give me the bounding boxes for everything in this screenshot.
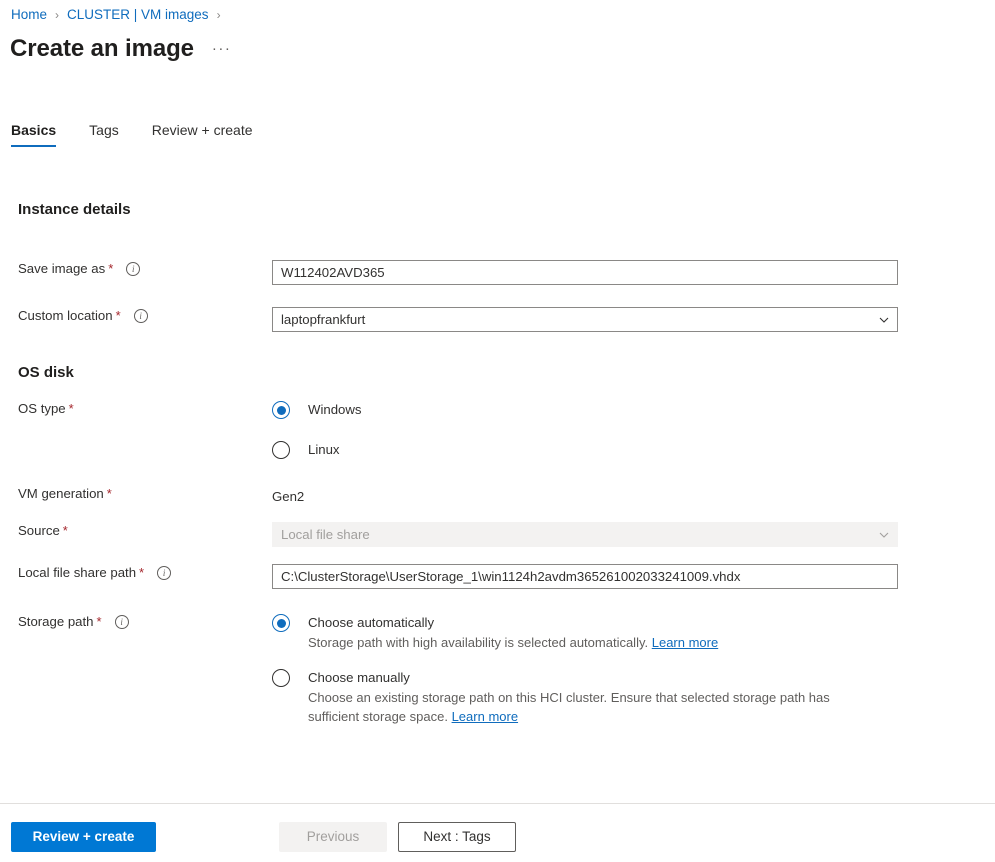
radio-label: Linux <box>308 442 340 457</box>
required-asterisk: * <box>68 401 74 416</box>
label-text: Save image as <box>18 261 106 276</box>
field-label-local-file-share-path: Local file share path * i <box>0 564 272 582</box>
field-row-local-file-share-path: Local file share path * i <box>0 564 995 589</box>
field-row-vm-generation: VM generation * Gen2 <box>0 485 995 506</box>
required-asterisk: * <box>108 261 114 276</box>
breadcrumb-item-home[interactable]: Home <box>11 6 47 24</box>
radio-description: Choose an existing storage path on this … <box>308 688 883 726</box>
radio-label: Choose automatically <box>308 615 435 630</box>
radio-label: Choose manually <box>308 670 410 685</box>
description-text: Choose an existing storage path on this … <box>308 690 830 724</box>
section-heading-os-disk: OS disk <box>18 364 74 381</box>
required-asterisk: * <box>62 523 68 538</box>
save-image-as-input[interactable] <box>272 260 898 285</box>
required-asterisk: * <box>106 486 112 501</box>
radio-indicator <box>272 401 290 419</box>
field-label-source: Source * <box>0 522 272 540</box>
custom-location-dropdown[interactable]: laptopfrankfurt <box>272 307 898 332</box>
footer-divider <box>0 803 995 804</box>
radio-storage-path-automatic[interactable]: Choose automatically Storage path with h… <box>272 613 898 652</box>
page-header: Create an image ··· <box>10 33 231 65</box>
field-label-vm-generation: VM generation * <box>0 485 272 503</box>
label-text: Local file share path <box>18 565 137 580</box>
description-text: Storage path with high availability is s… <box>308 635 649 650</box>
tab-review-create[interactable]: Review + create <box>152 120 253 147</box>
field-label-custom-location: Custom location * i <box>0 307 272 325</box>
breadcrumb-separator-icon: › <box>216 8 221 22</box>
chevron-down-icon <box>879 530 889 540</box>
tab-basics[interactable]: Basics <box>11 120 57 147</box>
more-options-icon[interactable]: ··· <box>212 40 232 57</box>
label-text: VM generation <box>18 486 104 501</box>
radio-label: Windows <box>308 402 362 417</box>
field-label-save-image-as: Save image as * i <box>0 260 272 278</box>
breadcrumb-separator-icon: › <box>55 8 60 22</box>
radio-indicator <box>272 614 290 632</box>
section-heading-instance-details: Instance details <box>18 201 131 218</box>
info-icon[interactable]: i <box>126 262 141 276</box>
info-icon[interactable]: i <box>133 309 148 323</box>
vm-generation-value: Gen2 <box>272 489 305 504</box>
label-text: Storage path <box>18 614 94 629</box>
field-row-storage-path: Storage path * i Choose automatically St… <box>0 613 995 726</box>
label-text: Custom location <box>18 308 113 323</box>
footer-action-bar: Review + create Previous Next : Tags <box>0 822 995 862</box>
field-row-source: Source * Local file share <box>0 522 995 547</box>
field-row-save-image-as: Save image as * i <box>0 260 995 285</box>
create-image-form: Instance details Save image as * i Custo… <box>0 200 995 726</box>
source-value: Local file share <box>281 527 370 542</box>
required-asterisk: * <box>96 614 102 629</box>
label-text: Source <box>18 523 60 538</box>
chevron-down-icon <box>879 315 889 325</box>
required-asterisk: * <box>115 308 121 323</box>
label-text: OS type <box>18 401 66 416</box>
review-create-button[interactable]: Review + create <box>11 822 156 852</box>
local-file-share-path-input[interactable] <box>272 564 898 589</box>
radio-indicator <box>272 441 290 459</box>
tab-tags[interactable]: Tags <box>89 120 119 147</box>
source-dropdown: Local file share <box>272 522 898 547</box>
info-icon[interactable]: i <box>114 615 129 629</box>
required-asterisk: * <box>139 565 145 580</box>
page-title: Create an image <box>10 35 194 62</box>
radio-indicator <box>272 669 290 687</box>
custom-location-value: laptopfrankfurt <box>281 312 366 327</box>
previous-button: Previous <box>279 822 387 852</box>
breadcrumb: Home › CLUSTER | VM images › <box>11 6 229 24</box>
tab-bar: Basics Tags Review + create <box>11 120 286 147</box>
learn-more-link[interactable]: Learn more <box>452 709 518 724</box>
radio-storage-path-manual[interactable]: Choose manually Choose an existing stora… <box>272 668 898 726</box>
field-label-os-type: OS type * <box>0 400 272 418</box>
field-row-os-type: OS type * Windows Linux <box>0 400 995 459</box>
breadcrumb-item-cluster-vm-images[interactable]: CLUSTER | VM images <box>67 6 209 24</box>
radio-description: Storage path with high availability is s… <box>308 633 718 652</box>
next-tags-button[interactable]: Next : Tags <box>398 822 516 852</box>
learn-more-link[interactable]: Learn more <box>652 635 718 650</box>
field-row-custom-location: Custom location * i laptopfrankfurt <box>0 307 995 332</box>
radio-os-type-windows[interactable]: Windows <box>272 400 898 419</box>
info-icon[interactable]: i <box>157 566 172 580</box>
field-label-storage-path: Storage path * i <box>0 613 272 631</box>
radio-os-type-linux[interactable]: Linux <box>272 440 898 459</box>
